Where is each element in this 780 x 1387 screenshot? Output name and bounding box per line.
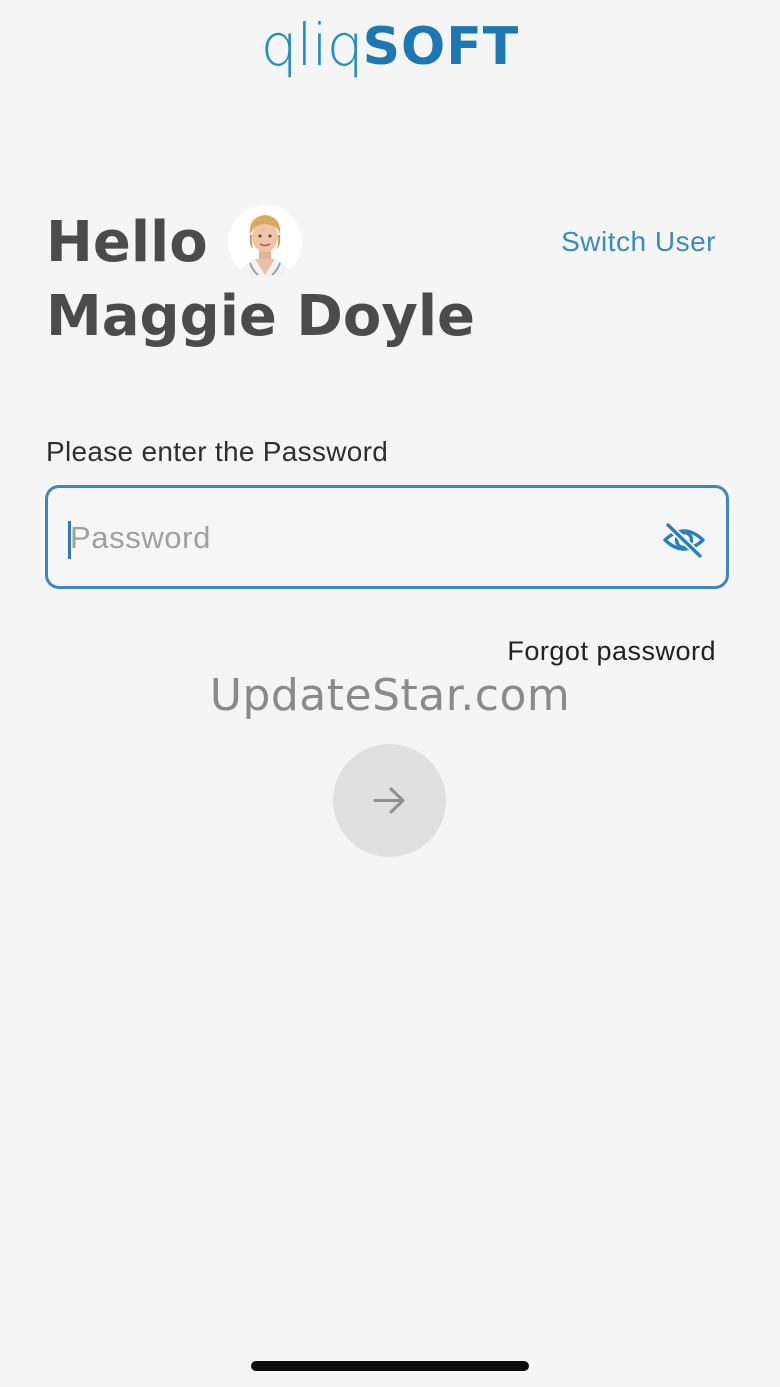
home-indicator[interactable] (251, 1361, 529, 1371)
avatar (228, 205, 302, 279)
watermark-text: UpdateStar.com (209, 670, 571, 721)
arrow-right-icon (373, 787, 405, 814)
switch-user-link[interactable]: Switch User (561, 226, 716, 258)
forgot-password-link[interactable]: Forgot password (507, 636, 716, 667)
user-name: Maggie Doyle (46, 284, 475, 349)
logo-wordmark-light: qliq (260, 11, 364, 79)
password-field-container[interactable] (45, 485, 729, 589)
app-logo: qliq SOFT (0, 14, 780, 94)
password-input[interactable] (70, 512, 630, 564)
submit-button[interactable] (333, 744, 446, 857)
eye-off-icon[interactable] (662, 520, 706, 560)
logo-wordmark-bold: SOFT (362, 17, 520, 77)
avatar-image (228, 205, 302, 279)
password-prompt-label: Please enter the Password (46, 436, 389, 467)
